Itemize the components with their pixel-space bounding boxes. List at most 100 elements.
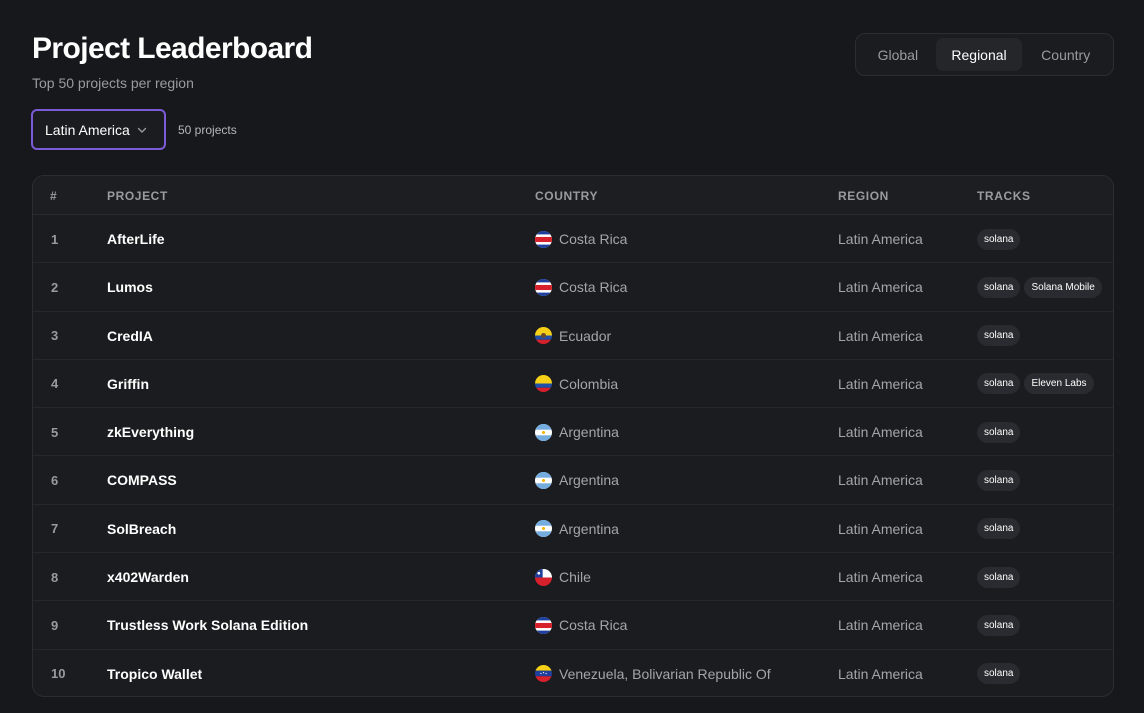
country-cell: Ecuador: [535, 312, 611, 360]
table-row[interactable]: 7 SolBreach Argentina Latin America solana: [33, 505, 1113, 554]
tracks-cell: solana Eleven Labs: [977, 360, 1094, 408]
region-cell: Latin America: [838, 569, 923, 586]
country-name: Costa Rica: [559, 279, 628, 296]
col-project-header: PROJECT: [107, 189, 168, 203]
region-cell: Latin America: [838, 617, 923, 634]
country-cell: Venezuela, Bolivarian Republic Of: [535, 650, 771, 696]
table-row[interactable]: 3 CredIA Ecuador Latin America solana: [33, 312, 1113, 360]
project-name[interactable]: x402Warden: [107, 553, 189, 601]
costa-rica-flag-icon: [535, 278, 552, 296]
country-name: Argentina: [559, 424, 619, 441]
project-name[interactable]: SolBreach: [107, 505, 176, 553]
chile-flag-icon: [535, 568, 552, 586]
region-select[interactable]: Latin America: [31, 109, 166, 150]
tracks-cell: solana Solana Mobile: [977, 263, 1102, 311]
costa-rica-flag-icon: [535, 616, 552, 634]
region-cell: Latin America: [838, 279, 923, 296]
rank-cell: 1: [51, 231, 59, 247]
project-name[interactable]: COMPASS: [107, 456, 177, 504]
region-cell: Latin America: [838, 424, 923, 441]
page-title: Project Leaderboard: [32, 32, 313, 65]
region-cell: Latin America: [838, 520, 923, 537]
tracks-cell: solana: [977, 553, 1021, 601]
table-row[interactable]: 1 AfterLife Costa Rica Latin America solana: [33, 215, 1113, 264]
track-tag: solana: [977, 469, 1021, 491]
region-cell: Latin America: [838, 231, 923, 247]
track-tag: solana: [977, 421, 1021, 443]
region-cell: Latin America: [838, 665, 923, 682]
country-cell: Argentina: [535, 408, 619, 456]
region-select-value: Latin America: [45, 121, 130, 138]
country-cell: Costa Rica: [535, 215, 627, 263]
table-row[interactable]: 9 Trustless Work Solana Edition Costa Rica…: [33, 601, 1113, 650]
tab-global[interactable]: Global: [860, 38, 936, 71]
table-row[interactable]: 10 Tropico Wallet Venezuela, Bolivarian Re…: [33, 650, 1113, 696]
country-name: Ecuador: [559, 327, 612, 344]
region-cell: Latin America: [838, 327, 923, 344]
colombia-flag-icon: [535, 375, 552, 393]
tracks-cell: solana: [977, 601, 1021, 649]
col-tracks-header: TRACKS: [977, 189, 1031, 203]
region-cell: Latin America: [838, 472, 923, 489]
track-tag: solana: [977, 614, 1021, 636]
country-name: Costa Rica: [559, 231, 628, 247]
project-name[interactable]: CredIA: [107, 312, 153, 360]
argentina-flag-icon: [535, 520, 552, 538]
project-name[interactable]: Griffin: [107, 360, 149, 408]
leaderboard-page: Project Leaderboard Top 50 projects per …: [0, 0, 1144, 713]
table-row[interactable]: 2 Lumos Costa Rica Latin America solana Solan…: [33, 263, 1113, 312]
tracks-cell: solana: [977, 505, 1021, 553]
track-tag: Eleven Labs: [1024, 373, 1094, 395]
track-tag: solana: [977, 566, 1021, 588]
col-region-header: REGION: [838, 189, 889, 203]
col-country-header: COUNTRY: [535, 189, 599, 203]
project-name[interactable]: zkEverything: [107, 408, 194, 456]
table-row[interactable]: 6 COMPASS Argentina Latin America solana: [33, 456, 1113, 505]
country-name: Venezuela, Bolivarian Republic Of: [559, 665, 771, 682]
tab-regional[interactable]: Regional: [935, 38, 1023, 71]
country-cell: Argentina: [535, 456, 619, 504]
track-tag: solana: [977, 518, 1021, 540]
project-name[interactable]: AfterLife: [107, 215, 165, 263]
tracks-cell: solana: [977, 408, 1021, 456]
table-body: 1 AfterLife Costa Rica Latin America solana 2…: [33, 215, 1113, 696]
table-row[interactable]: 4 Griffin Colombia Latin America solana Eleve…: [33, 360, 1113, 409]
country-cell: Costa Rica: [535, 601, 627, 649]
argentina-flag-icon: [535, 471, 552, 489]
table-row[interactable]: 5 zkEverything Argentina Latin America solan…: [33, 408, 1113, 457]
rank-cell: 6: [51, 472, 59, 488]
rank-cell: 2: [51, 279, 59, 295]
region-cell: Latin America: [838, 375, 923, 392]
track-tag: solana: [977, 228, 1021, 250]
tracks-cell: solana: [977, 312, 1021, 360]
project-name[interactable]: Tropico Wallet: [107, 650, 202, 696]
col-rank-header: #: [50, 189, 58, 203]
rank-cell: 4: [51, 376, 59, 392]
tracks-cell: solana: [977, 456, 1021, 504]
chevron-down-icon: [136, 123, 148, 139]
project-name[interactable]: Trustless Work Solana Edition: [107, 601, 308, 649]
project-name[interactable]: Lumos: [107, 263, 153, 311]
leaderboard-table: # PROJECT COUNTRY REGION TRACKS 1 AfterLi…: [32, 175, 1114, 697]
venezuela-flag-icon: [535, 665, 552, 683]
country-name: Argentina: [559, 520, 619, 537]
rank-cell: 7: [51, 521, 59, 537]
country-cell: Colombia: [535, 360, 618, 408]
country-cell: Chile: [535, 553, 591, 601]
page-subtitle: Top 50 projects per region: [32, 75, 194, 91]
track-tag: solana: [977, 325, 1021, 347]
tab-country[interactable]: Country: [1022, 38, 1109, 71]
table-row[interactable]: 8 x402Warden Chile Latin America solana: [33, 553, 1113, 602]
country-cell: Costa Rica: [535, 263, 627, 311]
track-tag: solana: [977, 373, 1021, 395]
rank-cell: 10: [51, 666, 66, 682]
rank-cell: 3: [51, 328, 59, 344]
track-tag: solana: [977, 663, 1021, 685]
country-name: Colombia: [559, 375, 619, 392]
project-count: 50 projects: [178, 123, 237, 137]
scope-tabs: Global Regional Country: [855, 33, 1114, 76]
ecuador-flag-icon: [535, 327, 552, 345]
table-header: # PROJECT COUNTRY REGION TRACKS: [33, 176, 1113, 215]
track-tag: solana: [977, 276, 1021, 298]
country-cell: Argentina: [535, 505, 619, 553]
